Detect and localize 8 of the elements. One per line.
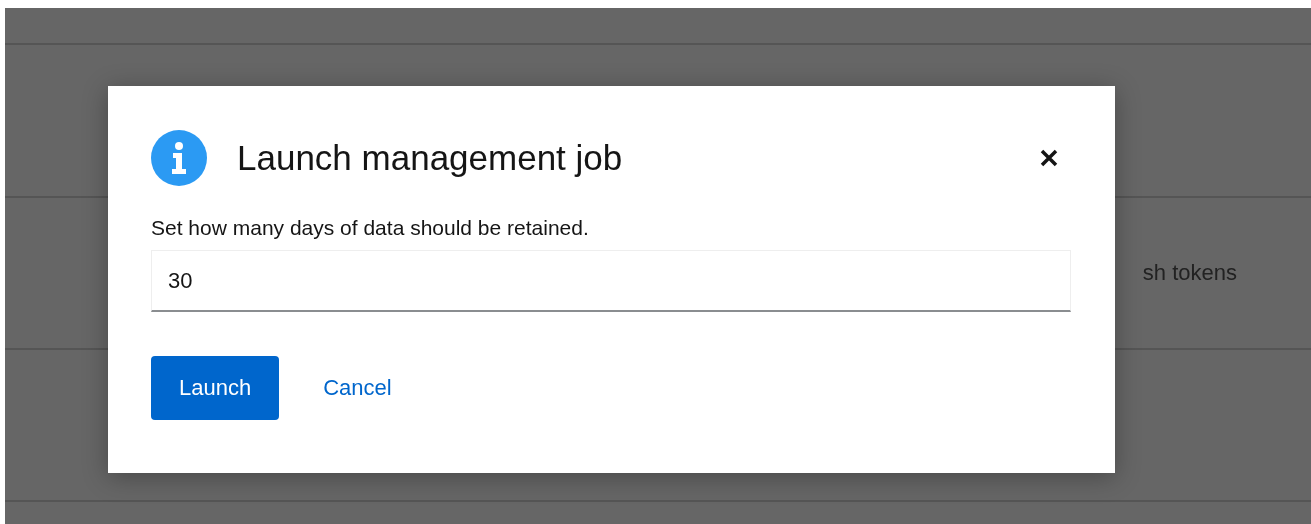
info-icon: [151, 130, 207, 186]
launch-button[interactable]: Launch: [151, 356, 280, 420]
cancel-button[interactable]: Cancel: [303, 356, 412, 420]
modal-title: Launch management job: [237, 138, 624, 178]
row-text: sh tokens: [1142, 260, 1237, 286]
close-icon: [1040, 149, 1058, 167]
field-label: Set how many days of data should be retained.: [151, 216, 590, 240]
days-input-field[interactable]: 30: [151, 250, 1071, 312]
